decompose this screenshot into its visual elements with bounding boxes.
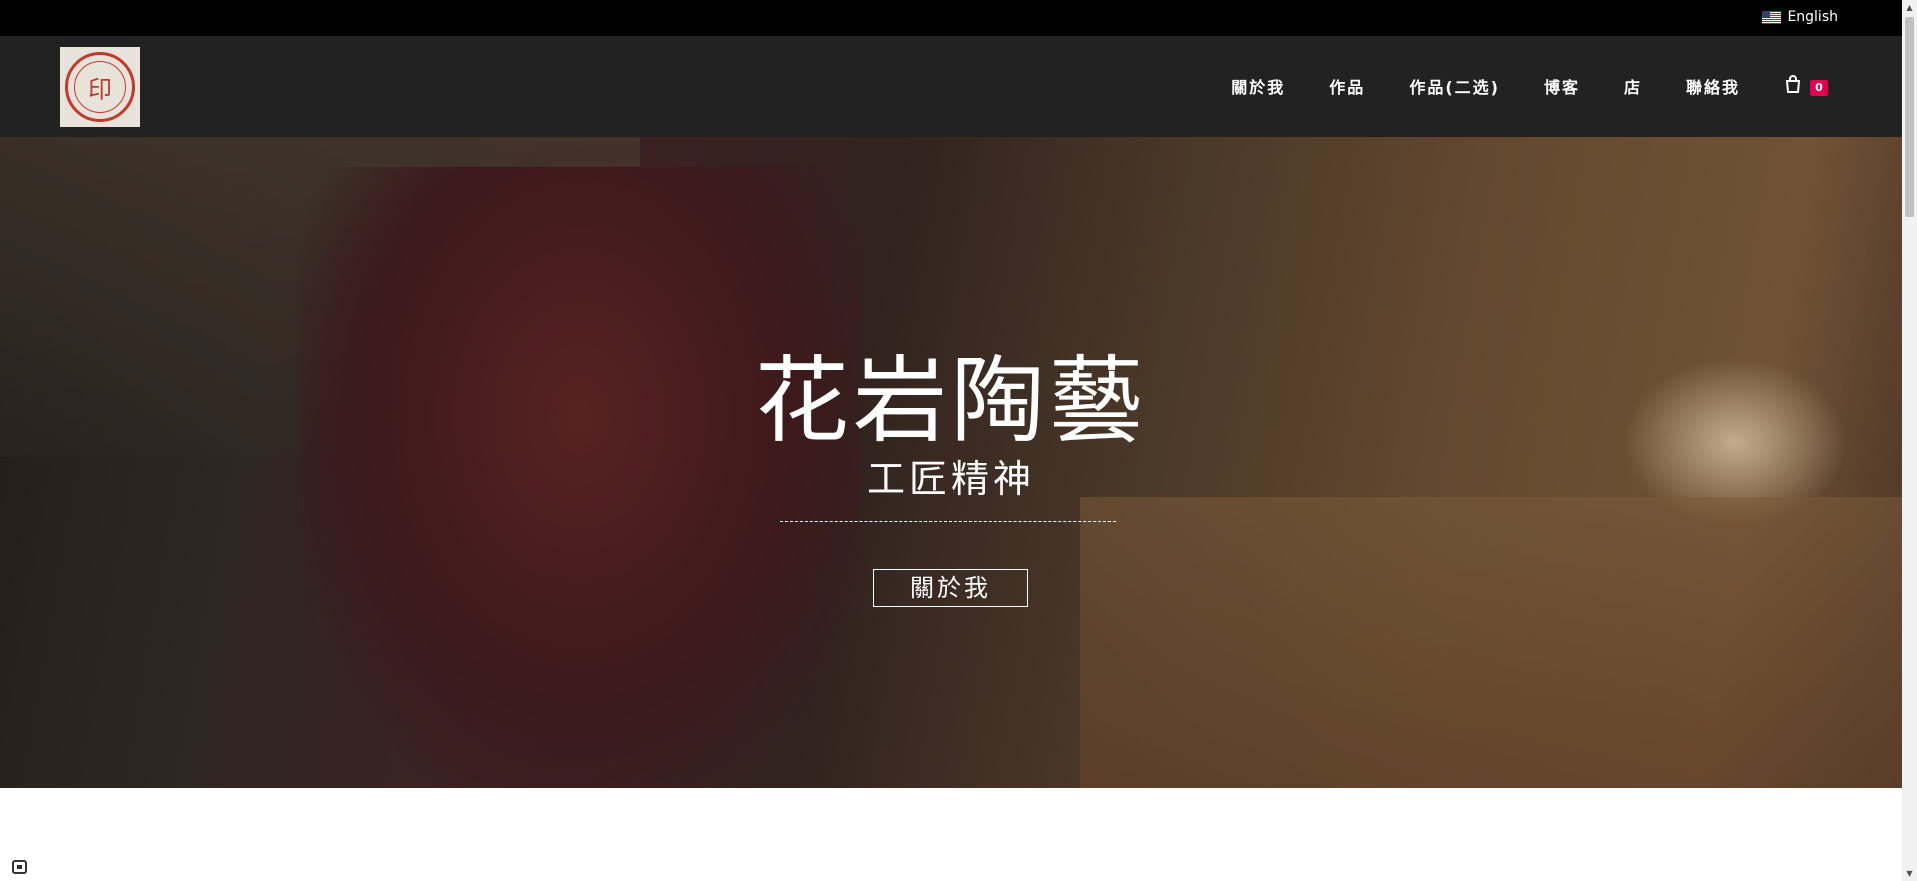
nav-blog[interactable]: 博客	[1544, 74, 1580, 98]
top-language-bar: English	[0, 0, 1902, 36]
nav-works[interactable]: 作品	[1329, 74, 1365, 98]
seal-glyph: 印	[88, 75, 112, 104]
seal-logo-icon: 印	[65, 52, 135, 122]
scrollbar-thumb[interactable]	[1905, 17, 1914, 217]
language-label: English	[1787, 9, 1838, 25]
hero-title: 花岩陶藝	[754, 347, 1147, 456]
scroll-down-arrow-icon[interactable]: ▼	[1902, 866, 1917, 881]
main-nav: 關於我 作品 作品(二选) 博客 店 聯絡我 0	[1187, 74, 1828, 98]
hero-about-button[interactable]: 關於我	[873, 569, 1028, 607]
hero-subtitle: 工匠精神	[866, 457, 1035, 501]
shopping-bag-icon	[1785, 75, 1801, 93]
hero-banner: 花岩陶藝 工匠精神 關於我	[0, 137, 1902, 788]
cart-button[interactable]: 0	[1784, 75, 1828, 97]
page: English 印 關於我 作品 作品(二选) 博客 店 聯絡我 0 花岩陶藝 …	[0, 0, 1902, 881]
us-flag-icon	[1762, 10, 1782, 24]
language-switcher[interactable]: English	[1762, 7, 1838, 27]
nav-contact[interactable]: 聯絡我	[1686, 74, 1740, 98]
chat-widget-icon[interactable]	[12, 860, 27, 874]
nav-works-alt[interactable]: 作品(二选)	[1409, 74, 1500, 98]
page-scrollbar[interactable]: ▲ ▼	[1902, 0, 1917, 881]
site-header: 印 關於我 作品 作品(二选) 博客 店 聯絡我 0	[0, 36, 1902, 137]
nav-about[interactable]: 關於我	[1231, 74, 1285, 98]
cart-count-badge: 0	[1810, 80, 1828, 96]
nav-shop[interactable]: 店	[1624, 74, 1642, 98]
content-area	[0, 788, 1902, 881]
scroll-up-arrow-icon[interactable]: ▲	[1902, 0, 1917, 15]
hero-divider	[780, 521, 1116, 522]
site-logo[interactable]: 印	[60, 47, 140, 127]
